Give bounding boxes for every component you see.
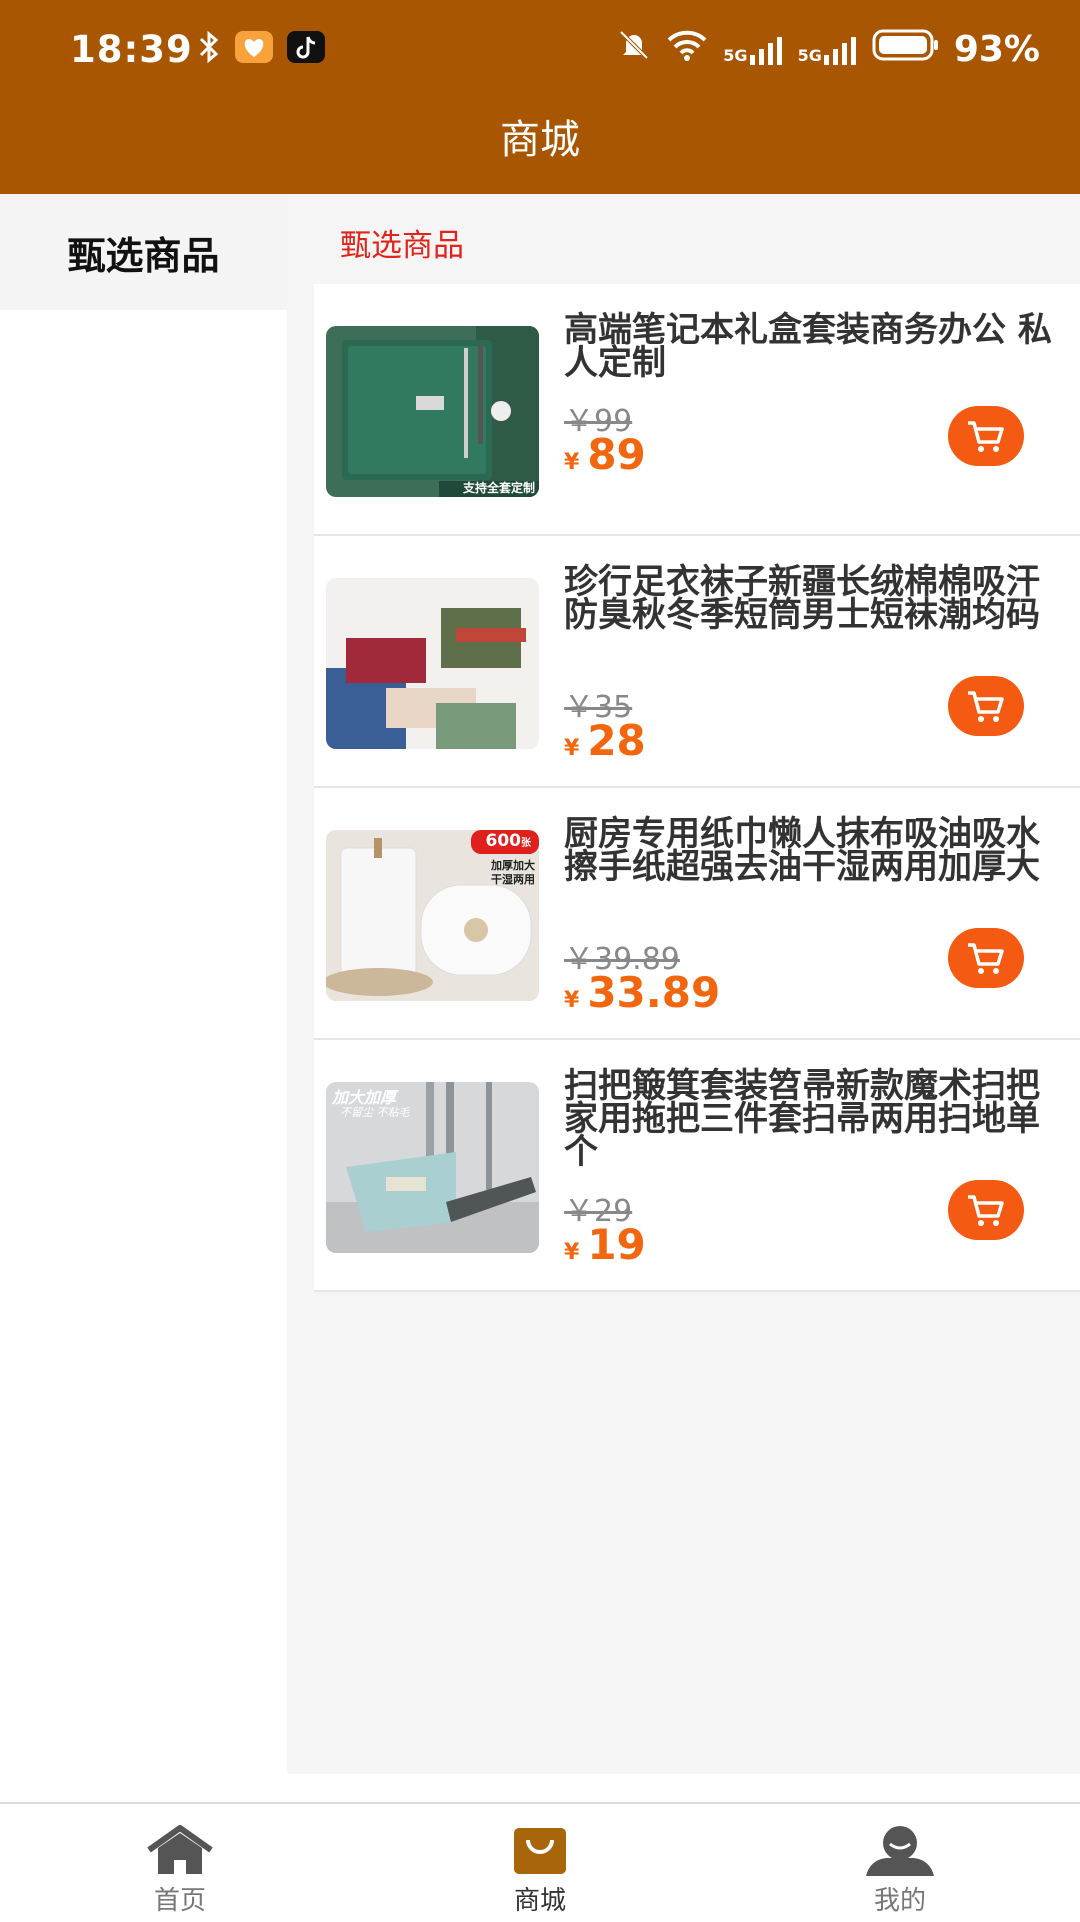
product-title[interactable]: 厨房专用纸巾懒人抹布吸油吸水擦手纸超强去油干湿两用加厚大 [564, 817, 1064, 884]
tab-home[interactable]: 首页 [80, 1804, 280, 1922]
mute-icon [617, 28, 651, 71]
battery-percent: 93% [953, 29, 1040, 70]
status-right-icons: 5G 5G 93% [617, 28, 1040, 71]
product-image-tag: 不留尘 不粘毛 [340, 1106, 410, 1119]
sidebar-item-label: 甄选商品 [67, 233, 220, 278]
sale-price: ¥ 89 [564, 430, 646, 479]
bluetooth-icon [196, 30, 222, 68]
cart-icon [968, 1195, 1004, 1226]
product-item[interactable]: 珍行足衣袜子新疆长绒棉棉吸汗防臭秋冬季短筒男士短袜潮均码 ￥35 ¥ 28 [314, 536, 1080, 788]
product-image-socks[interactable] [326, 578, 539, 749]
status-bar: 18:39 5G 5G 93% [0, 0, 1080, 104]
product-image-broom[interactable]: 加大加厚 不留尘 不粘毛 [326, 1082, 539, 1253]
product-image-paper-towel[interactable]: 600张 加厚加大 干湿两用 [326, 830, 539, 1001]
product-image-caption: 支持全套定制 [462, 481, 535, 495]
product-title[interactable]: 高端笔记本礼盒套装商务办公 私人定制 [564, 313, 1064, 380]
tab-mall[interactable]: 商城 [440, 1804, 640, 1922]
currency-symbol: ¥ [564, 1240, 580, 1265]
section-title: 甄选商品 [340, 228, 464, 264]
tab-label: 商城 [513, 1886, 566, 1916]
sale-price: ¥ 19 [564, 1220, 646, 1269]
tab-label: 首页 [153, 1886, 206, 1916]
bottom-navigation: 首页 商城 我的 [0, 1802, 1080, 1920]
badge-count: 600 [485, 831, 522, 851]
status-left-icons [196, 30, 326, 68]
product-content: 甄选商品 支持全套定制 高端笔记本礼盒套装商务办公 私人定制 ￥99 ¥ 89 … [287, 194, 1080, 1774]
tiktok-app-icon [286, 30, 326, 68]
product-item[interactable]: 600张 加厚加大 干湿两用 厨房专用纸巾懒人抹布吸油吸水擦手纸超强去油干湿两用… [314, 788, 1080, 1040]
cart-icon [968, 421, 1004, 452]
status-time: 18:39 [70, 28, 193, 71]
cart-icon [968, 691, 1004, 722]
battery-icon [872, 29, 940, 70]
sidebar-item-featured[interactable]: 甄选商品 [0, 194, 287, 310]
add-to-cart-button[interactable] [948, 676, 1024, 736]
add-to-cart-button[interactable] [948, 406, 1024, 466]
user-icon [864, 1822, 936, 1878]
home-icon [145, 1822, 215, 1878]
price-value: 89 [587, 430, 646, 479]
tab-mine[interactable]: 我的 [800, 1804, 1000, 1922]
shopping-bag-icon [512, 1822, 568, 1878]
product-image-tag: 干湿两用 [491, 873, 535, 886]
signal-label: 5G [797, 45, 822, 65]
product-item[interactable]: 支持全套定制 高端笔记本礼盒套装商务办公 私人定制 ￥99 ¥ 89 [314, 284, 1080, 536]
currency-symbol: ¥ [564, 450, 580, 475]
cart-icon [968, 943, 1004, 974]
page-title: 商城 [500, 117, 580, 163]
product-image-notebook[interactable]: 支持全套定制 [326, 326, 539, 497]
signal-icon: 5G [798, 35, 858, 65]
product-list: 支持全套定制 高端笔记本礼盒套装商务办公 私人定制 ￥99 ¥ 89 珍行足衣袜… [314, 284, 1080, 1292]
price-value: 28 [587, 716, 646, 765]
app-header: 商城 [0, 104, 1080, 194]
product-item[interactable]: 加大加厚 不留尘 不粘毛 扫把簸箕套装笤帚新款魔术扫把家用拖把三件套扫帚两用扫地… [314, 1040, 1080, 1292]
product-title[interactable]: 珍行足衣袜子新疆长绒棉棉吸汗防臭秋冬季短筒男士短袜潮均码 [564, 565, 1064, 632]
heart-app-icon [234, 30, 274, 68]
currency-symbol: ¥ [564, 988, 580, 1013]
product-title[interactable]: 扫把簸箕套装笤帚新款魔术扫把家用拖把三件套扫帚两用扫地单个 [564, 1069, 1064, 1169]
add-to-cart-button[interactable] [948, 1180, 1024, 1240]
product-image-badge: 600张 [486, 831, 532, 851]
badge-unit: 张 [521, 838, 531, 849]
price-value: 19 [587, 1220, 646, 1269]
currency-symbol: ¥ [564, 736, 580, 761]
category-sidebar: 甄选商品 [0, 194, 287, 1774]
add-to-cart-button[interactable] [948, 928, 1024, 988]
signal-label: 5G [723, 45, 748, 65]
tab-label: 我的 [873, 1886, 926, 1916]
signal-icon: 5G [723, 35, 783, 65]
price-value: 33.89 [587, 968, 721, 1017]
sale-price: ¥ 28 [564, 716, 646, 765]
wifi-icon [665, 28, 709, 71]
sale-price: ¥ 33.89 [564, 968, 720, 1017]
